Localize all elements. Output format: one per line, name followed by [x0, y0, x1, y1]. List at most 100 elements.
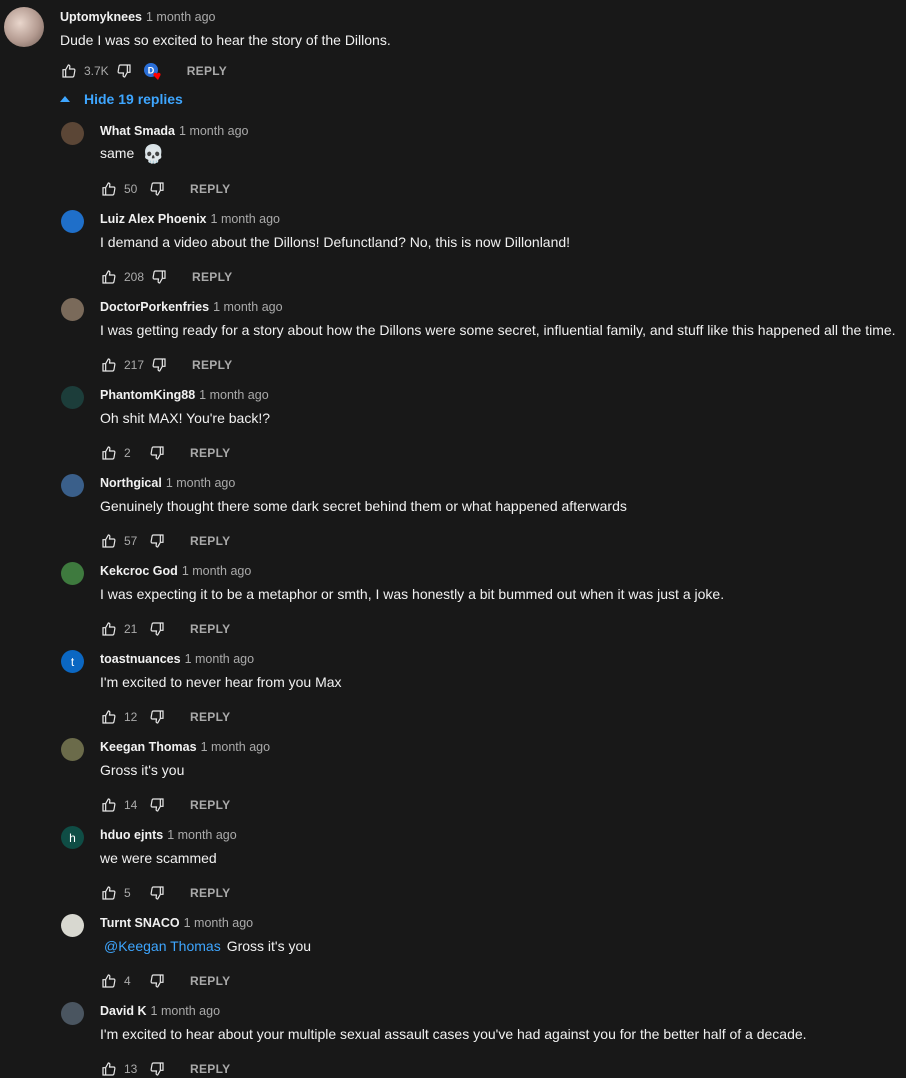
thumb-down-icon[interactable] — [115, 62, 133, 80]
avatar[interactable] — [61, 210, 84, 233]
avatar[interactable] — [61, 122, 84, 145]
like-count: 217 — [124, 358, 145, 372]
thumb-up-icon[interactable] — [100, 444, 118, 462]
comment-time[interactable]: 1 month ago — [146, 10, 216, 24]
thumb-up-icon[interactable] — [100, 972, 118, 990]
author-name[interactable]: Northgical — [100, 476, 162, 490]
avatar[interactable]: h — [61, 826, 84, 849]
thumb-down-icon[interactable] — [148, 444, 166, 462]
reply-time[interactable]: 1 month ago — [179, 124, 249, 138]
reply-time[interactable]: 1 month ago — [211, 212, 281, 226]
reply-button[interactable]: REPLY — [190, 1062, 230, 1076]
reply-actions: 208 REPLY — [100, 268, 232, 286]
reply-time[interactable]: 1 month ago — [199, 388, 269, 402]
reply-time[interactable]: 1 month ago — [167, 828, 237, 842]
reply-author[interactable]: Turnt SNACO 1 month ago — [100, 916, 253, 930]
thumb-down-icon[interactable] — [148, 1060, 166, 1078]
reply-time[interactable]: 1 month ago — [151, 1004, 221, 1018]
author-name[interactable]: toastnuances — [100, 652, 181, 666]
reply-time[interactable]: 1 month ago — [213, 300, 283, 314]
avatar[interactable] — [61, 738, 84, 761]
avatar[interactable] — [61, 298, 84, 321]
thumb-down-icon[interactable] — [148, 532, 166, 550]
like-count: 3.7K — [84, 64, 109, 78]
avatar[interactable] — [4, 7, 44, 47]
reply-time[interactable]: 1 month ago — [184, 916, 254, 930]
thumb-up-icon[interactable] — [100, 180, 118, 198]
comments-thread: Uptomyknees 1 month ago Dude I was so exc… — [0, 0, 906, 1078]
author-name[interactable]: Luiz Alex Phoenix — [100, 212, 207, 226]
reply-button[interactable]: REPLY — [190, 974, 230, 988]
reply-text-body: I'm excited to never hear from you Max — [100, 674, 342, 690]
author-name[interactable]: PhantomKing88 — [100, 388, 195, 402]
thumb-up-icon[interactable] — [100, 620, 118, 638]
hide-replies-button[interactable]: Hide 19 replies — [58, 91, 183, 107]
reply-author[interactable]: Northgical 1 month ago — [100, 476, 235, 490]
reply-author[interactable]: David K 1 month ago — [100, 1004, 220, 1018]
author-name[interactable]: hduo ejnts — [100, 828, 163, 842]
reply-text-body: I'm excited to hear about your multiple … — [100, 1026, 807, 1042]
reply-author[interactable]: Keegan Thomas 1 month ago — [100, 740, 270, 754]
reply-comment: PhantomKing88 1 month ago Oh shit MAX! You… — [0, 384, 906, 472]
author-name[interactable]: Kekcroc God — [100, 564, 178, 578]
thumb-down-icon[interactable] — [150, 356, 168, 374]
reply-time[interactable]: 1 month ago — [182, 564, 252, 578]
thumb-down-icon[interactable] — [148, 180, 166, 198]
reply-time[interactable]: 1 month ago — [166, 476, 236, 490]
avatar[interactable] — [61, 562, 84, 585]
author-name[interactable]: David K — [100, 1004, 147, 1018]
reply-button[interactable]: REPLY — [192, 358, 232, 372]
avatar[interactable] — [61, 1002, 84, 1025]
reply-author[interactable]: Kekcroc God 1 month ago — [100, 564, 251, 578]
reply-time[interactable]: 1 month ago — [185, 652, 255, 666]
comment-actions: 3.7K D REPLY — [60, 62, 227, 80]
thumb-up-icon[interactable] — [100, 356, 118, 374]
reply-author[interactable]: Luiz Alex Phoenix 1 month ago — [100, 212, 280, 226]
reply-author[interactable]: PhantomKing88 1 month ago — [100, 388, 269, 402]
author-name[interactable]: Keegan Thomas — [100, 740, 197, 754]
author-name[interactable]: What Smada — [100, 124, 175, 138]
reply-text-body: Gross it's you — [226, 938, 312, 954]
reply-author[interactable]: DoctorPorkenfries 1 month ago — [100, 300, 283, 314]
author-name[interactable]: Turnt SNACO — [100, 916, 180, 930]
reply-text-body: I demand a video about the Dillons! Defu… — [100, 234, 571, 250]
thumb-down-icon[interactable] — [148, 620, 166, 638]
reply-button[interactable]: REPLY — [190, 710, 230, 724]
avatar[interactable]: t — [61, 650, 84, 673]
comment-author[interactable]: Uptomyknees 1 month ago — [60, 10, 215, 24]
thumb-down-icon[interactable] — [148, 708, 166, 726]
author-name[interactable]: Uptomyknees — [60, 10, 142, 24]
thumb-up-icon[interactable] — [100, 532, 118, 550]
thumb-up-icon[interactable] — [100, 708, 118, 726]
mention-link[interactable]: @Keegan Thomas — [104, 938, 221, 954]
reply-button[interactable]: REPLY — [187, 64, 227, 78]
thumb-up-icon[interactable] — [100, 268, 118, 286]
thumb-up-icon[interactable] — [100, 1060, 118, 1078]
thumb-down-icon[interactable] — [148, 972, 166, 990]
thumb-down-icon[interactable] — [148, 884, 166, 902]
reply-button[interactable]: REPLY — [190, 446, 230, 460]
thumb-down-icon[interactable] — [150, 268, 168, 286]
reply-comment: Luiz Alex Phoenix 1 month ago I demand a v… — [0, 208, 906, 296]
reply-button[interactable]: REPLY — [190, 798, 230, 812]
thumb-up-icon[interactable] — [100, 884, 118, 902]
reply-time[interactable]: 1 month ago — [201, 740, 271, 754]
reply-button[interactable]: REPLY — [190, 622, 230, 636]
thumb-up-icon[interactable] — [100, 796, 118, 814]
reply-button[interactable]: REPLY — [190, 534, 230, 548]
reply-button[interactable]: REPLY — [190, 886, 230, 900]
reply-author[interactable]: hduo ejnts 1 month ago — [100, 828, 237, 842]
avatar[interactable] — [61, 914, 84, 937]
reply-actions: 5 REPLY — [100, 884, 230, 902]
reply-author[interactable]: toastnuances 1 month ago — [100, 652, 254, 666]
thumb-down-icon[interactable] — [148, 796, 166, 814]
author-name[interactable]: DoctorPorkenfries — [100, 300, 209, 314]
thumb-up-icon[interactable] — [60, 62, 78, 80]
avatar[interactable] — [61, 386, 84, 409]
reply-author[interactable]: What Smada 1 month ago — [100, 124, 249, 138]
reply-text-body: I was getting ready for a story about ho… — [100, 322, 896, 338]
reply-button[interactable]: REPLY — [192, 270, 232, 284]
avatar[interactable] — [61, 474, 84, 497]
reply-comment: t toastnuances 1 month ago I'm excited to n… — [0, 648, 906, 736]
reply-button[interactable]: REPLY — [190, 182, 230, 196]
